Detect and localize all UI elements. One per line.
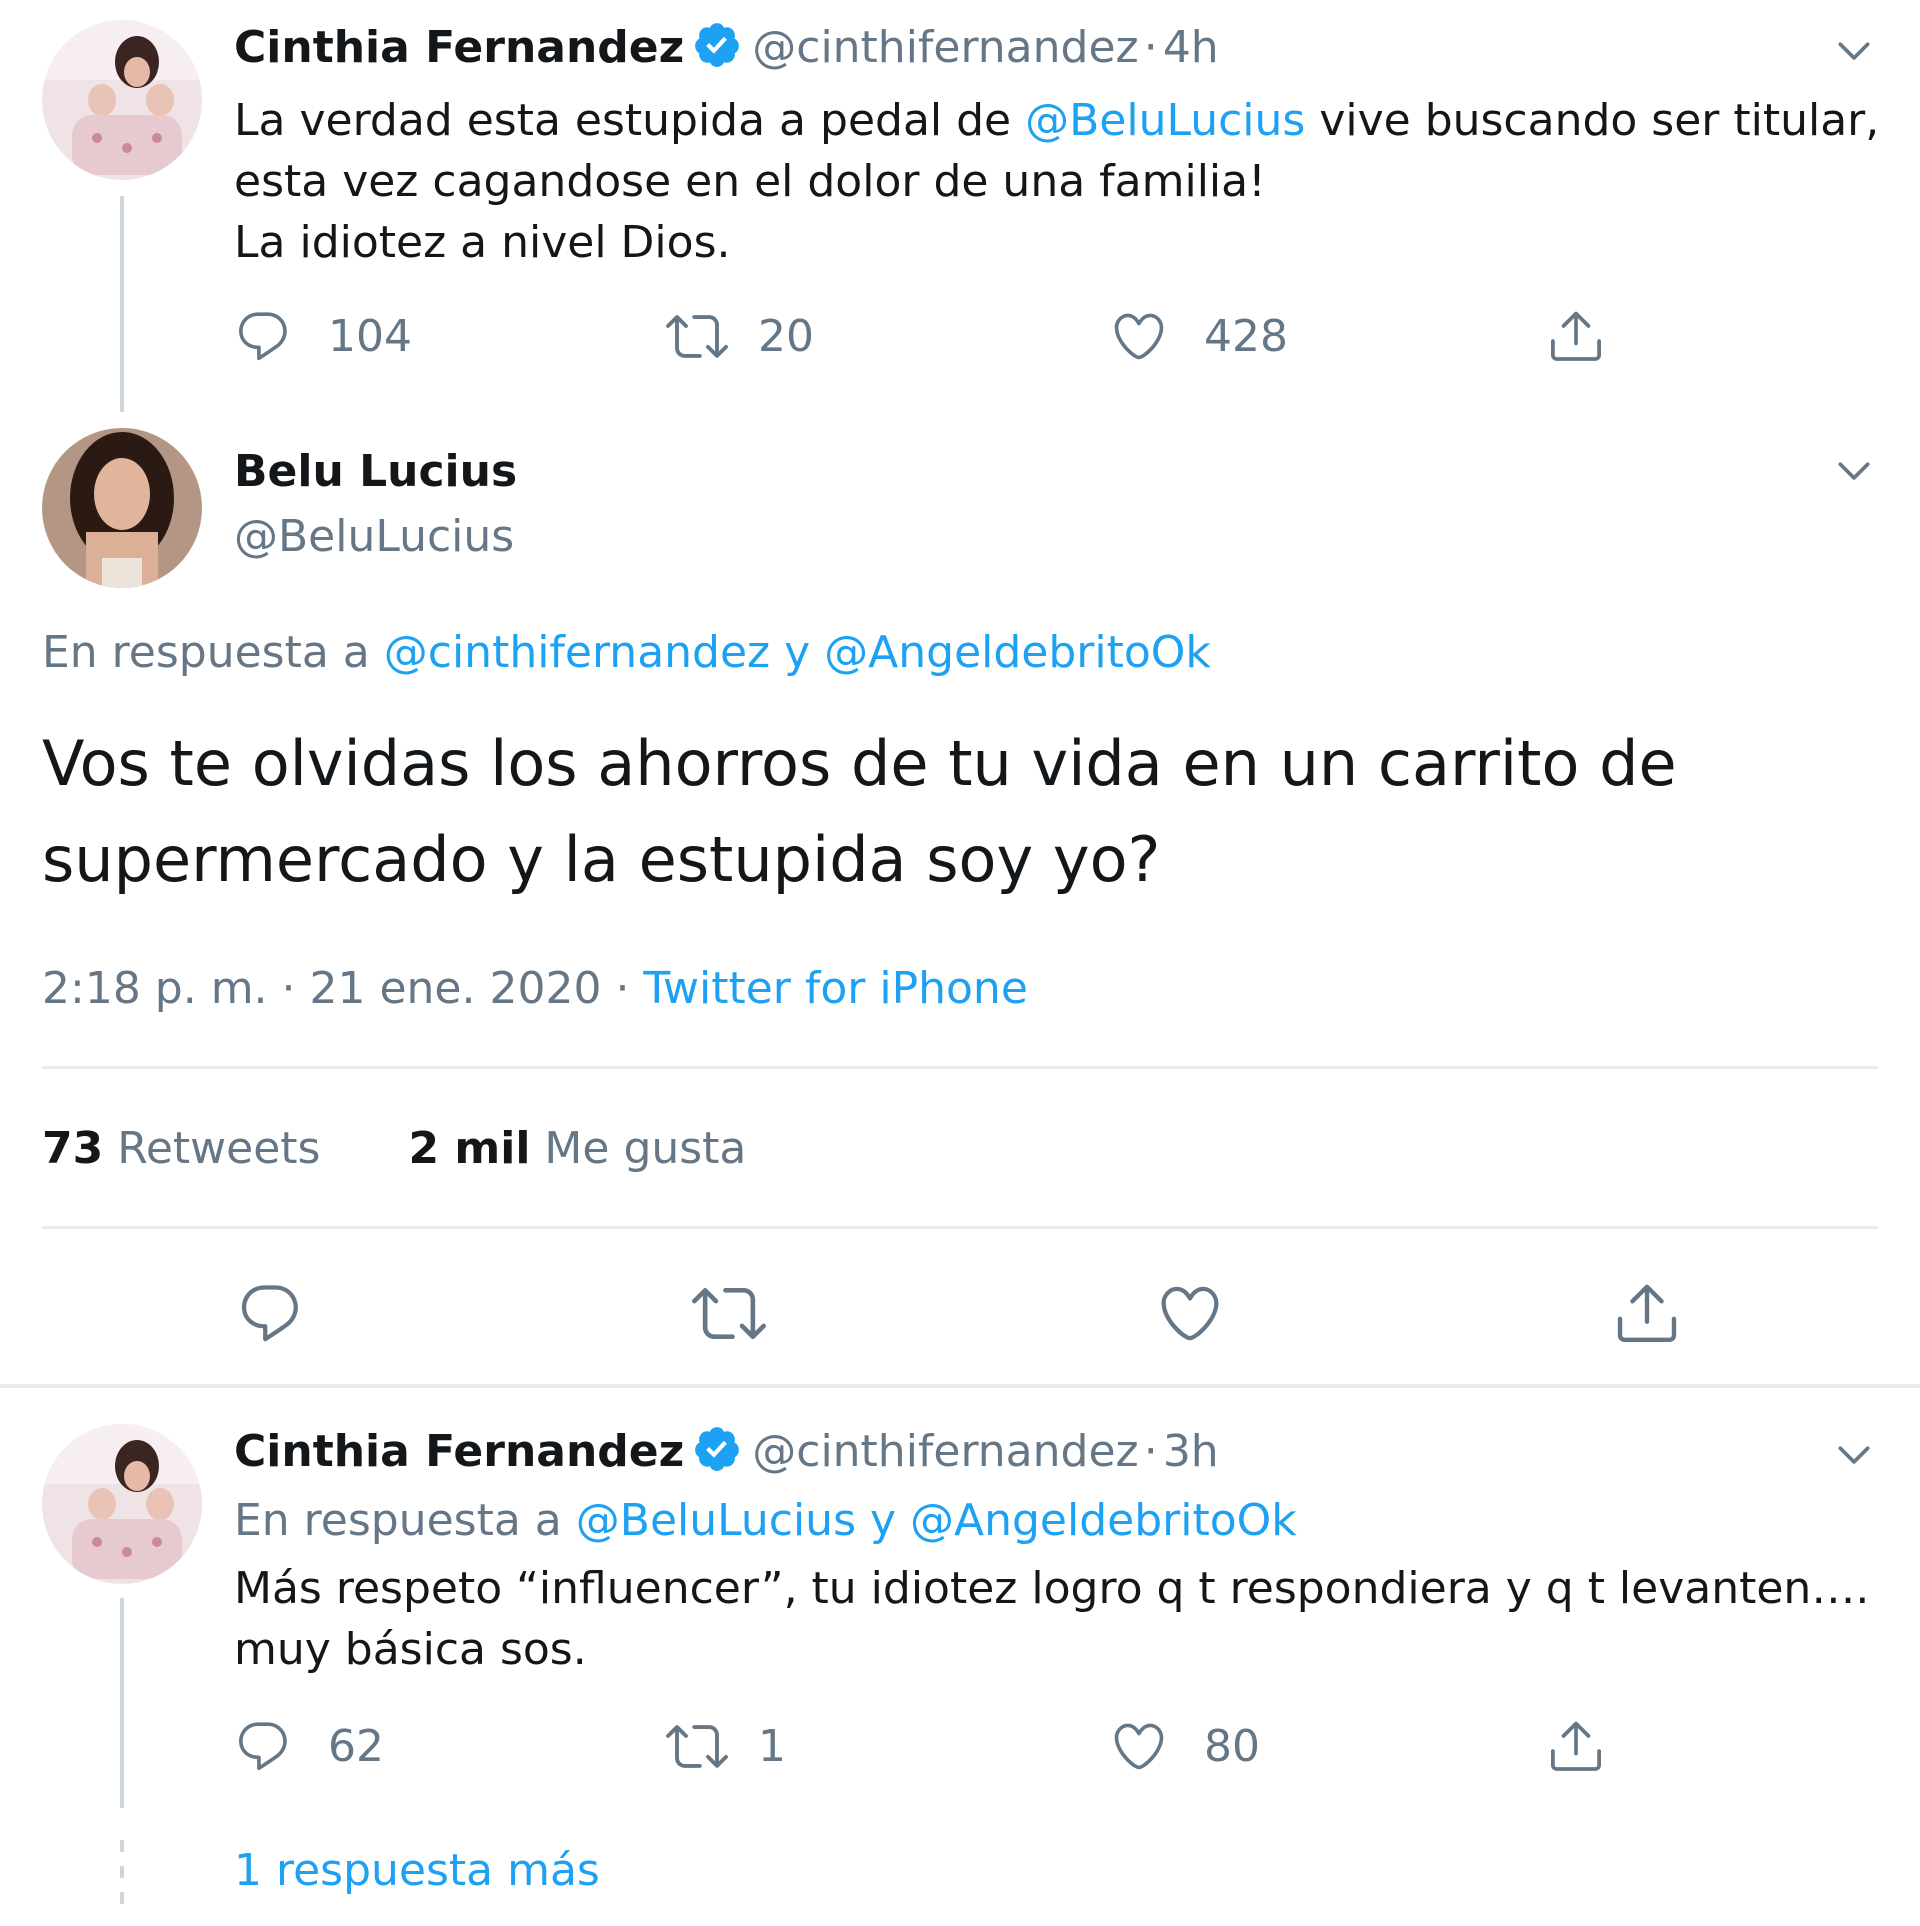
verified-badge-icon: [695, 1427, 740, 1471]
retweet-icon: [692, 1288, 766, 1340]
mention-link[interactable]: @BeluLucius: [576, 1495, 856, 1546]
reply-button[interactable]: 62: [234, 1716, 384, 1776]
author-handle[interactable]: @BeluLucius: [234, 511, 517, 562]
author-block: Belu Lucius @BeluLucius: [234, 446, 517, 562]
author-name[interactable]: Cinthia Fernandez: [234, 22, 684, 73]
mention-link[interactable]: @BeluLucius: [1025, 95, 1305, 146]
author-handle[interactable]: @cinthifernandez: [752, 1426, 1138, 1477]
tweet-text: La verdad esta estupida a pedal de @Belu…: [234, 90, 1879, 273]
thread-line: [120, 1598, 124, 1808]
reply-count: 62: [328, 1720, 384, 1772]
reply-and: y: [770, 627, 825, 678]
like-button[interactable]: 80: [1110, 1716, 1260, 1776]
mention-link[interactable]: @cinthifernandez: [384, 627, 770, 678]
chevron-down-icon[interactable]: [1832, 28, 1876, 72]
reply-prefix: En respuesta a: [234, 1495, 576, 1546]
retweet-button[interactable]: [692, 1278, 766, 1348]
retweet-icon: [666, 315, 728, 358]
author-name[interactable]: Cinthia Fernandez: [234, 1426, 684, 1477]
heart-icon: [1114, 313, 1164, 360]
tweet-text-line: Más respeto “influencer”, tu idiotez log…: [234, 1563, 1870, 1614]
like-count: 80: [1204, 1720, 1260, 1772]
tweet-header: Cinthia Fernandez @cinthifernandez · 4h: [234, 20, 1219, 73]
retweets-label: Retweets: [117, 1123, 321, 1174]
timestamp[interactable]: 2:18 p. m. · 21 ene. 2020 ·: [42, 963, 643, 1014]
avatar[interactable]: [42, 428, 202, 588]
tweet-text-part: vive buscando ser titular,: [1305, 95, 1880, 146]
reply-context: En respuesta a @cinthifernandez y @Angel…: [42, 622, 1211, 683]
source-link[interactable]: Twitter for iPhone: [643, 963, 1027, 1014]
likes-label: Me gusta: [544, 1123, 747, 1174]
verified-badge-icon: [695, 23, 740, 67]
share-icon: [1617, 1284, 1677, 1343]
thread-line: [120, 196, 124, 412]
tweet-text-line: muy básica sos.: [234, 1624, 587, 1675]
like-button[interactable]: [1156, 1278, 1224, 1348]
section-separator: [0, 1384, 1920, 1388]
engagement-stats: 73 Retweets 2 mil Me gusta: [42, 1118, 746, 1179]
reply-button[interactable]: 104: [234, 306, 412, 366]
retweet-button[interactable]: 20: [666, 306, 814, 366]
tweet-text-line: Vos te olvidas los ahorros de tu vida en…: [42, 727, 1677, 800]
tweet-header: Cinthia Fernandez @cinthifernandez · 3h: [234, 1424, 1219, 1477]
likes-count: 2 mil: [408, 1123, 531, 1174]
tweet-meta: 2:18 p. m. · 21 ene. 2020 · Twitter for …: [42, 958, 1028, 1019]
reply-button[interactable]: [236, 1278, 304, 1348]
retweet-icon: [666, 1725, 728, 1768]
share-icon: [1551, 1721, 1601, 1771]
tweet-time[interactable]: 3h: [1163, 1426, 1219, 1477]
share-icon: [1551, 311, 1601, 361]
mention-link[interactable]: @AngeldebritoOk: [910, 1495, 1297, 1546]
tweet-text-part: La verdad esta estupida a pedal de: [234, 95, 1026, 146]
reply-count: 104: [328, 310, 412, 362]
like-button[interactable]: 428: [1110, 306, 1288, 366]
retweet-count: 20: [758, 310, 814, 362]
thread-dots: [120, 1840, 124, 1918]
mention-link[interactable]: @AngeldebritoOk: [824, 627, 1211, 678]
retweet-button[interactable]: 1: [666, 1716, 786, 1776]
avatar[interactable]: [42, 20, 202, 180]
reply-icon: [239, 312, 287, 361]
reply-icon: [239, 1722, 287, 1771]
tweet-text-line: esta vez cagandose en el dolor de una fa…: [234, 156, 1266, 207]
avatar[interactable]: [42, 1424, 202, 1584]
author-name[interactable]: Belu Lucius: [234, 446, 517, 497]
separator-dot: ·: [1143, 1426, 1158, 1477]
heart-icon: [1114, 1723, 1164, 1770]
author-handle[interactable]: @cinthifernandez: [752, 22, 1138, 73]
divider: [42, 1066, 1878, 1069]
share-button[interactable]: [1546, 306, 1606, 366]
separator-dot: ·: [1143, 22, 1158, 73]
main-tweet-text: Vos te olvidas los ahorros de tu vida en…: [42, 716, 1882, 908]
reply-prefix: En respuesta a: [42, 627, 384, 678]
likes-stat[interactable]: 2 mil Me gusta: [408, 1123, 746, 1174]
tweet-text-line: supermercado y la estupida soy yo?: [42, 823, 1161, 896]
tweet-text: Más respeto “influencer”, tu idiotez log…: [234, 1558, 1894, 1680]
show-more-replies-link[interactable]: 1 respuesta más: [234, 1840, 600, 1901]
chevron-down-icon[interactable]: [1832, 1432, 1876, 1476]
heart-icon: [1161, 1286, 1219, 1341]
like-count: 428: [1204, 310, 1288, 362]
reply-and: y: [856, 1495, 911, 1546]
reply-icon: [241, 1285, 298, 1342]
divider: [42, 1226, 1878, 1229]
retweet-count: 1: [758, 1720, 786, 1772]
retweets-stat[interactable]: 73 Retweets: [42, 1123, 320, 1174]
reply-context: En respuesta a @BeluLucius y @Angeldebri…: [234, 1490, 1297, 1551]
retweets-count: 73: [42, 1123, 104, 1174]
share-button[interactable]: [1612, 1278, 1682, 1348]
share-button[interactable]: [1546, 1716, 1606, 1776]
tweet-text-line: La idiotez a nivel Dios.: [234, 217, 731, 268]
chevron-down-icon[interactable]: [1832, 448, 1876, 492]
tweet-time[interactable]: 4h: [1163, 22, 1219, 73]
